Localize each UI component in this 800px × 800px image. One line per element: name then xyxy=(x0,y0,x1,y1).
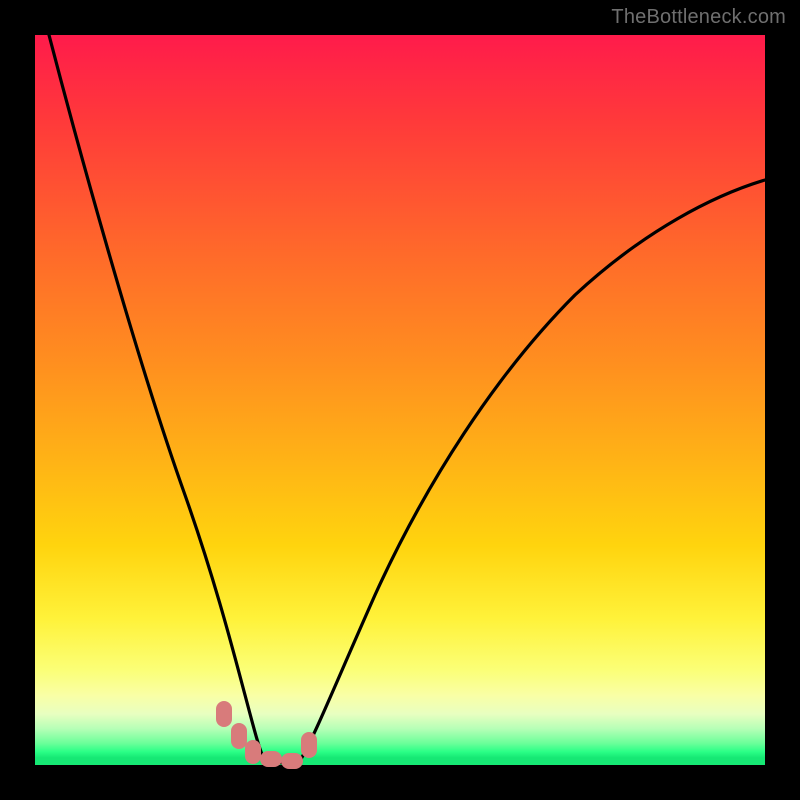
highlight-markers xyxy=(216,701,317,769)
curve-left-branch xyxy=(49,35,267,762)
plot-area xyxy=(35,35,765,765)
watermark-text: TheBottleneck.com xyxy=(611,6,786,29)
chart-container: TheBottleneck.com xyxy=(0,0,800,800)
curve-right-branch xyxy=(301,180,765,759)
bottleneck-curve xyxy=(35,35,765,765)
